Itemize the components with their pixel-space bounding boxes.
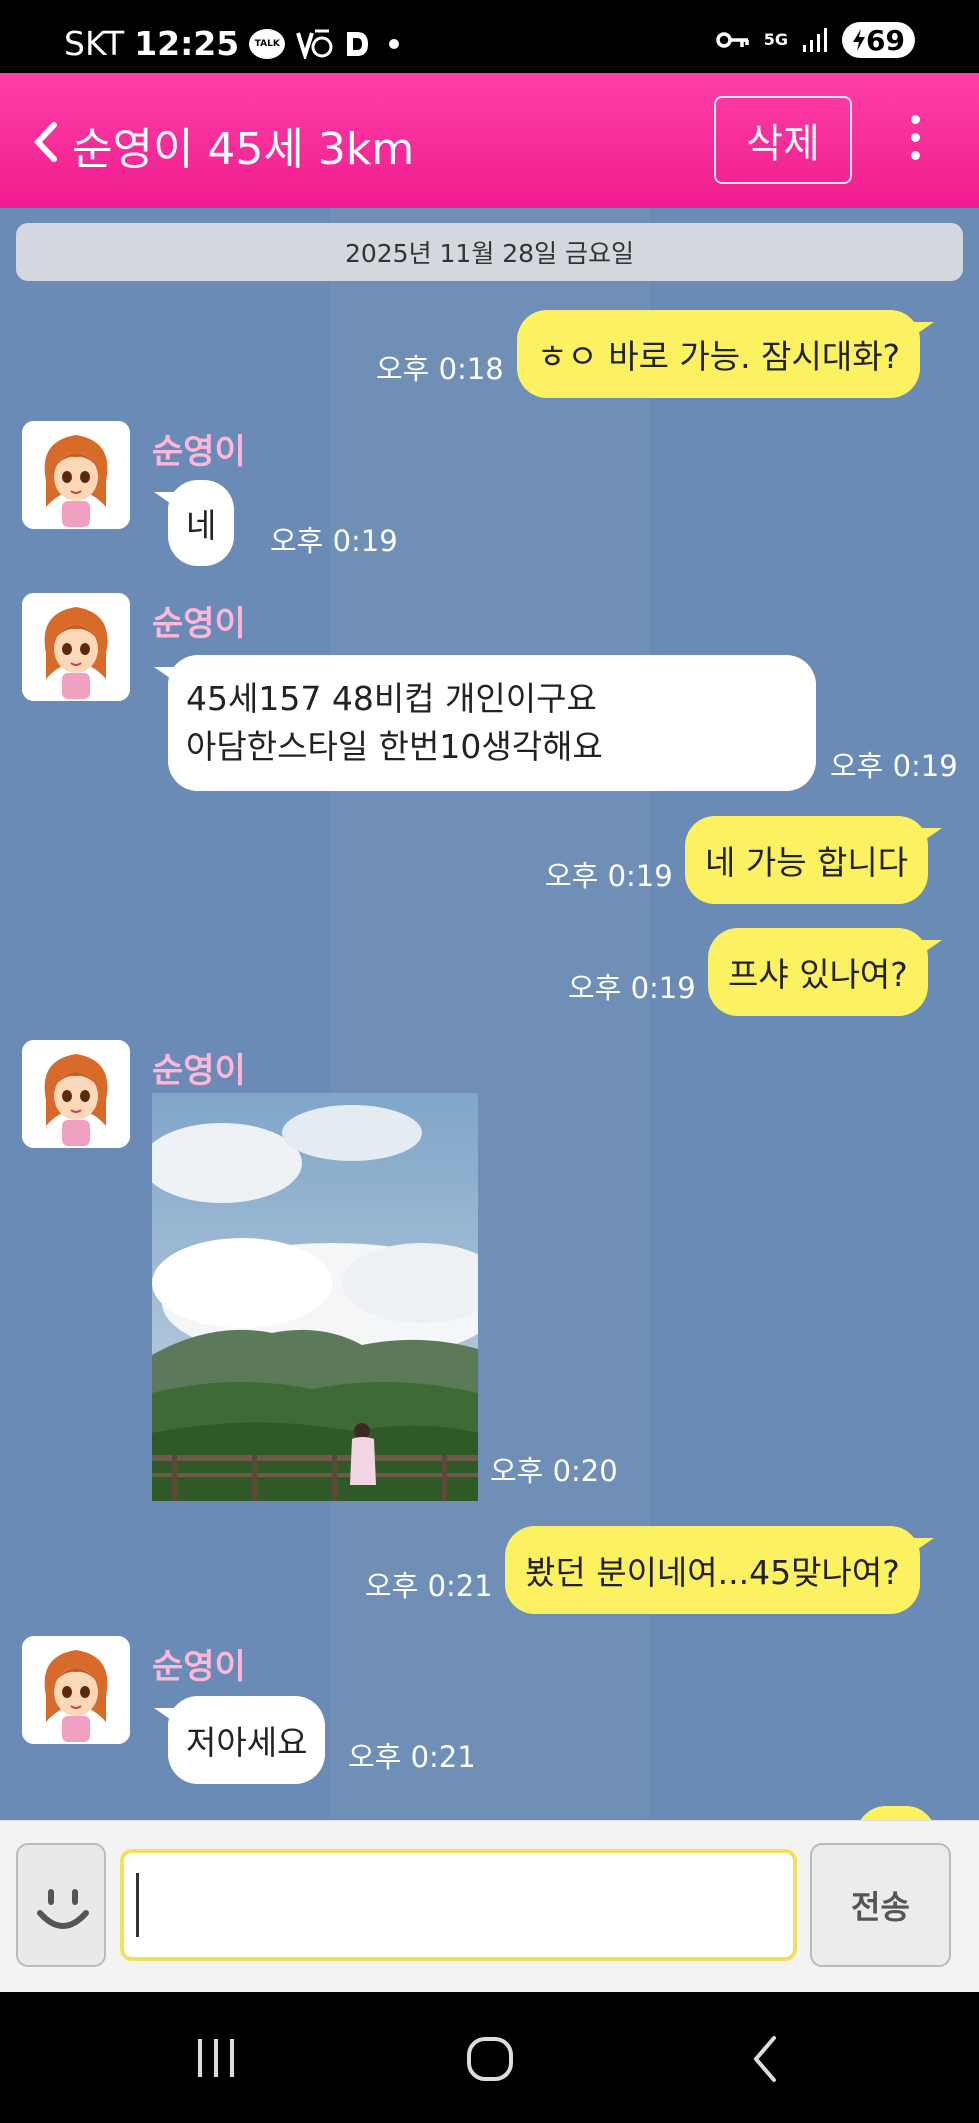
chevron-left-icon	[33, 122, 57, 162]
status-bar: SKT 12:25 TALK 5G 69	[0, 0, 979, 73]
home-icon[interactable]	[466, 2036, 514, 2082]
sender-name: 순영이	[152, 1051, 246, 1091]
profile-character-icon	[22, 421, 130, 529]
my-message-bubble[interactable]: 프샤 있나여?	[708, 928, 942, 1016]
shared-photo[interactable]	[152, 1093, 478, 1501]
avatar[interactable]	[22, 1040, 130, 1148]
avatar[interactable]	[22, 1636, 130, 1744]
system-navigation-bar	[0, 1992, 979, 2123]
date-divider: 2025년 11월 28일 금요일	[16, 223, 963, 281]
signal-icon	[802, 27, 828, 53]
message-time: 오후 0:20	[490, 1454, 618, 1488]
message-time: 오후 0:18	[376, 352, 504, 386]
network-type: 5G	[763, 30, 789, 49]
message-text-line: 아담한스타일 한번10생각해요	[186, 727, 603, 766]
message-text: 봤던 분이네여...45맞나여?	[525, 1553, 900, 1592]
message-time: 오후 0:19	[568, 971, 696, 1005]
battery-indicator: 69	[842, 22, 915, 58]
profile-character-icon	[22, 1040, 130, 1148]
their-message-bubble[interactable]: 네	[153, 480, 235, 566]
vpn-key-icon	[716, 30, 750, 50]
message-text-line: 45세157 48비컵 개인이구요	[186, 679, 597, 718]
back-button[interactable]	[26, 117, 66, 167]
message-text: 저아세요	[186, 1723, 308, 1762]
chat-area[interactable]: 2025년 11월 28일 금요일 오후 0:18 ㅎㅇ 바로 가능. 잠시대화…	[0, 208, 979, 1820]
volte-icon	[295, 29, 333, 59]
message-input[interactable]	[120, 1849, 797, 1961]
my-message-bubble[interactable]: 네 가능 합니다	[685, 816, 943, 904]
message-text: ㅎㅇ 바로 가능. 잠시대화?	[537, 337, 901, 376]
my-message-bubble[interactable]: ㅎㅇ 바로 가능. 잠시대화?	[517, 310, 935, 398]
profile-character-icon	[22, 1636, 130, 1744]
sender-name: 순영이	[152, 432, 246, 472]
battery-level: 69	[866, 23, 905, 57]
kakaotalk-notification-icon: TALK	[249, 28, 286, 59]
partially-visible-message	[856, 1806, 936, 1820]
message-time: 오후 0:21	[365, 1569, 493, 1603]
message-text: 네 가능 합니다	[705, 843, 909, 882]
text-cursor	[136, 1873, 139, 1937]
message-time: 오후 0:21	[348, 1740, 476, 1774]
sender-name: 순영이	[152, 1647, 246, 1687]
more-notifications-dot	[389, 38, 400, 49]
avatar[interactable]	[22, 421, 130, 529]
carrier-label: SKT	[64, 24, 125, 63]
clock: 12:25	[134, 24, 240, 63]
page-title: 순영이 45세 3km	[72, 124, 415, 175]
avatar[interactable]	[22, 593, 130, 701]
chat-header: 순영이 45세 3km 삭제	[0, 73, 979, 208]
profile-character-icon	[22, 593, 130, 701]
send-button[interactable]: 전송	[810, 1843, 951, 1967]
message-text: 프샤 있나여?	[728, 955, 908, 994]
recent-apps-icon[interactable]	[194, 2037, 240, 2079]
my-message-bubble[interactable]: 봤던 분이네여...45맞나여?	[505, 1526, 934, 1614]
message-time: 오후 0:19	[545, 859, 673, 893]
sender-name: 순영이	[152, 604, 246, 644]
message-input-bar: 전송	[0, 1820, 979, 1992]
delete-button[interactable]: 삭제	[714, 96, 852, 184]
more-options-icon[interactable]	[900, 115, 930, 165]
smiley-icon	[37, 1889, 89, 1929]
message-time: 오후 0:19	[270, 524, 398, 558]
d-app-icon	[343, 29, 371, 59]
back-nav-icon[interactable]	[748, 2034, 782, 2084]
charging-icon	[853, 29, 866, 51]
message-text: 네	[186, 506, 217, 545]
emoticon-button[interactable]	[16, 1843, 106, 1967]
message-time: 오후 0:19	[830, 749, 958, 783]
their-message-bubble[interactable]: 45세157 48비컵 개인이구요 아담한스타일 한번10생각해요	[154, 655, 816, 791]
their-message-bubble[interactable]: 저아세요	[153, 1696, 326, 1784]
mountain-landscape-photo	[152, 1093, 478, 1501]
network-label: 5G	[763, 30, 789, 49]
